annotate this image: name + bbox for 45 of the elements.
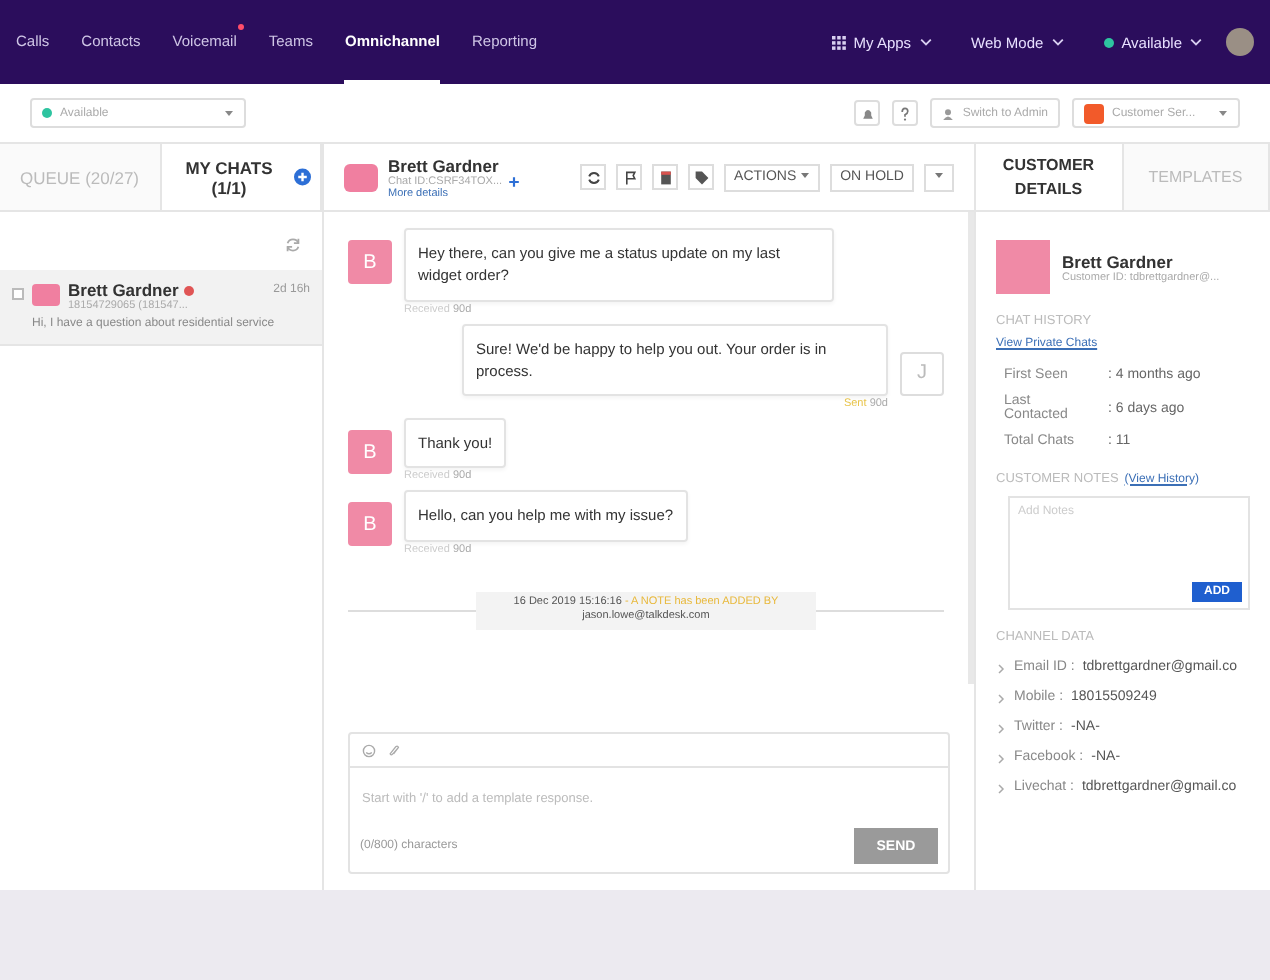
refresh-icon: [585, 169, 602, 185]
chevron-right-icon[interactable]: [996, 694, 1006, 704]
chevron-right-icon[interactable]: [996, 784, 1006, 794]
note-icon: [657, 169, 674, 185]
chevron-right-icon[interactable]: [996, 754, 1006, 764]
chevron-down-icon[interactable]: [1190, 36, 1202, 48]
refresh-icon[interactable]: [284, 236, 302, 254]
chevron-down-icon[interactable]: [919, 36, 932, 48]
sender-avatar: B: [348, 240, 392, 284]
attachment-icon[interactable]: [388, 743, 402, 757]
caret-icon: [800, 170, 811, 180]
help-button[interactable]: [892, 100, 919, 126]
apps-grid-icon[interactable]: [831, 35, 846, 49]
hold-menu-button[interactable]: [924, 163, 954, 191]
refresh-button[interactable]: [580, 164, 607, 190]
bell-icon: [859, 105, 876, 121]
customer-name: Brett Gardner: [1062, 251, 1175, 271]
chat-bubble-icon: [344, 163, 378, 191]
tag-button[interactable]: [688, 164, 715, 190]
caret-icon: [934, 170, 944, 180]
caret-icon: [224, 108, 234, 118]
chevron-right-icon[interactable]: [996, 664, 1006, 674]
chat-bubble-icon: [32, 284, 60, 306]
add-icon[interactable]: [294, 168, 312, 186]
user-icon: [942, 107, 955, 119]
queue-icon: [1084, 103, 1104, 123]
emoji-icon[interactable]: [362, 743, 376, 757]
contact-name: Brett Gardner: [68, 280, 179, 300]
caret-icon: [1218, 108, 1228, 118]
flag-button[interactable]: [616, 164, 643, 190]
customer-photo-placeholder: [996, 240, 1050, 294]
add-icon[interactable]: [508, 175, 521, 187]
contact-name: Brett Gardner: [388, 155, 501, 175]
sender-avatar: J: [900, 351, 944, 395]
note-button[interactable]: [652, 164, 679, 190]
flag-icon: [621, 169, 638, 185]
bell-button[interactable]: [854, 100, 881, 126]
checkbox[interactable]: [12, 288, 24, 300]
chevron-down-icon[interactable]: [1051, 36, 1064, 48]
tag-icon: [693, 169, 710, 185]
chevron-right-icon[interactable]: [996, 724, 1006, 734]
user-avatar[interactable]: [1226, 28, 1254, 56]
sender-avatar: B: [348, 502, 392, 547]
help-icon: [898, 105, 913, 121]
sender-avatar: B: [348, 430, 392, 474]
